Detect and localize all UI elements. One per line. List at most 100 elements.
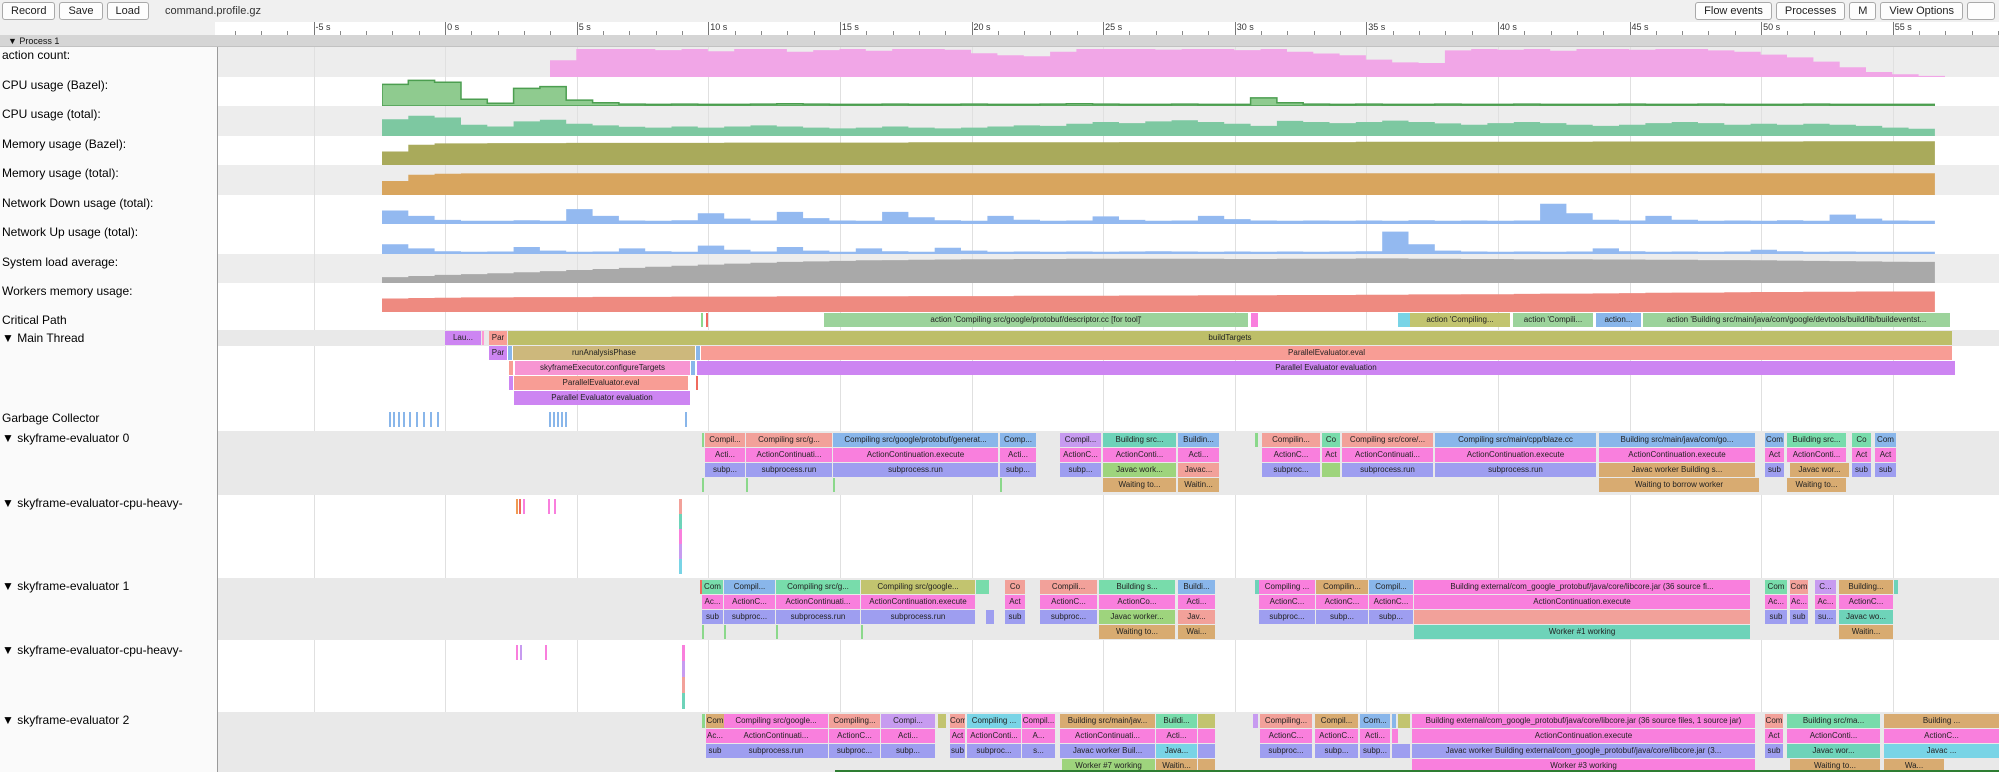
trace-event-block[interactable] [938,714,946,728]
trace-event-block[interactable]: Compiling src/core/... [1342,433,1433,447]
trace-event-block[interactable]: Waiting to... [1787,478,1846,492]
event-tick[interactable] [549,412,551,427]
trace-event-block[interactable]: Acti... [881,729,935,743]
action-count-chart[interactable] [550,47,1945,77]
trace-event-block[interactable]: action... [1596,313,1641,327]
track-label-skyframe-evaluator-1[interactable]: ▼ skyframe-evaluator 1 [2,579,129,593]
trace-event-block[interactable]: Javac wo... [1839,610,1893,624]
trace-event-block[interactable] [976,580,989,594]
event-tick[interactable] [398,412,400,427]
trace-event-block[interactable]: Building src/main/java/com/go... [1599,433,1755,447]
trace-event-block[interactable]: ActionC... [1884,729,1999,743]
network-down-usage-total--chart[interactable] [382,195,1935,224]
trace-event-block[interactable]: subproc... [1262,463,1320,477]
trace-event-block[interactable]: Buildi... [1178,580,1215,594]
network-up-usage-total--chart[interactable] [382,224,1935,254]
trace-event-block[interactable]: ActionC... [1262,448,1320,462]
trace-event-block[interactable]: Javac worker Buil... [1060,744,1155,758]
trace-event-block[interactable]: Act [1765,729,1783,743]
trace-event-block[interactable]: subprocess.run [1435,463,1596,477]
event-stack-segment[interactable] [682,677,685,693]
trace-event-block[interactable]: ActionContinuati... [1060,729,1155,743]
cpu-usage-bazel--chart[interactable] [382,77,1935,106]
trace-event-block[interactable]: Acti... [1360,729,1390,743]
trace-event-block[interactable] [1322,463,1340,477]
event-tick[interactable] [409,412,411,427]
trace-event-block[interactable]: sub [702,610,723,624]
event-tick[interactable] [516,499,518,514]
trace-event-block[interactable]: Com [1765,433,1784,447]
trace-event-block[interactable]: Com [950,714,965,728]
trace-event-block[interactable]: ActionConti... [967,729,1021,743]
trace-event-block[interactable]: Javac worker Building s... [1599,463,1755,477]
trace-event-block[interactable]: Worker #1 working [1414,625,1750,639]
trace-event-block[interactable]: Javac worker Building external/com_googl… [1412,744,1755,758]
trace-event-block[interactable]: ActionC... [1259,595,1315,609]
trace-event-block[interactable]: subprocess.run [746,463,832,477]
trace-event-block[interactable]: sub [1765,463,1784,477]
trace-event-block[interactable]: Compil... [705,433,745,447]
trace-event-block[interactable] [696,346,700,360]
trace-event-block[interactable] [702,433,704,447]
trace-event-block[interactable]: action 'Building src/main/java/com/googl… [1643,313,1950,327]
trace-event-block[interactable]: action 'Compiling... [1410,313,1510,327]
trace-event-block[interactable]: subproc... [1040,610,1097,624]
trace-event-block[interactable]: Building... [1839,580,1893,594]
trace-event-block[interactable]: Acti... [1178,448,1219,462]
trace-event-block[interactable]: ActionContinuati... [776,595,860,609]
trace-event-block[interactable]: Acti... [705,448,745,462]
event-tick[interactable] [523,499,525,514]
trace-event-block[interactable]: Wai... [1178,625,1215,639]
trace-event-block[interactable]: Com [1875,433,1896,447]
trace-event-block[interactable]: Compiling src/g... [776,580,860,594]
trace-event-block[interactable]: Compiling src/google... [724,714,828,728]
track-label-skyframe-evaluator-cpu-heavy-0[interactable]: ▼ skyframe-evaluator-cpu-heavy- [2,496,183,510]
trace-event-block[interactable]: Compilin... [1316,580,1368,594]
trace-event-block[interactable]: Compiling ... [1259,580,1315,594]
trace-event-block[interactable]: sub [950,744,965,758]
event-tick[interactable] [416,412,418,427]
track-label-main-thread[interactable]: ▼ Main Thread [2,331,84,345]
event-tick[interactable] [393,412,395,427]
trace-event-block[interactable]: ParallelEvaluator.eval [514,376,688,390]
trace-event-block[interactable]: Act [950,729,965,743]
event-stack-segment[interactable] [679,529,682,544]
trace-event-block[interactable]: Act [1875,448,1896,462]
trace-event-block[interactable]: Compiling src/google/protobuf/generat... [833,433,998,447]
trace-event-block[interactable]: Compili... [1040,580,1097,594]
trace-event-block[interactable]: Compiling src/google... [861,580,975,594]
trace-event-block[interactable]: subprocess.run [776,610,860,624]
trace-event-block[interactable]: Compilin... [1262,433,1320,447]
trace-event-block[interactable] [986,610,994,624]
event-tick[interactable] [437,412,439,427]
system-load-average-chart[interactable] [382,254,1935,283]
trace-event-block[interactable]: Waiting to... [1103,478,1176,492]
event-stack-segment[interactable] [682,661,685,677]
trace-event-block[interactable] [1414,610,1750,624]
trace-event-block[interactable] [509,376,513,390]
trace-event-block[interactable]: subp... [881,744,935,758]
trace-event-block[interactable]: ActionC... [1260,729,1312,743]
trace-event-block[interactable]: ActionCo... [1099,595,1175,609]
process-header[interactable]: ▼ Process 1 [0,35,1999,47]
trace-event-block[interactable]: ActionContinuati... [746,448,832,462]
event-tick[interactable] [389,412,391,427]
trace-event-block[interactable]: Compiling src/g... [746,433,832,447]
trace-event-block[interactable]: ActionContinuation.execute [1599,448,1755,462]
event-tick[interactable] [554,499,556,514]
trace-event-block[interactable]: Jav... [1178,610,1215,624]
trace-event-block[interactable]: ActionC... [1316,595,1368,609]
trace-event-block[interactable]: ActionC... [1040,595,1097,609]
trace-event-block[interactable]: Com [1765,580,1787,594]
workers-memory-usage-chart[interactable] [382,283,1935,312]
time-ruler[interactable]: -5 s0 s5 s10 s15 s20 s25 s30 s35 s40 s45… [0,22,1999,36]
processes-button[interactable]: Processes [1776,2,1845,20]
trace-event-block[interactable]: Waitin... [1178,478,1219,492]
trace-event-block[interactable]: C... [1815,580,1836,594]
trace-event-block[interactable]: Compi... [881,714,935,728]
cpu-usage-total--chart[interactable] [382,106,1935,136]
trace-event-block[interactable]: skyframeExecutor.configureTargets [515,361,690,375]
trace-event-block[interactable] [746,478,748,492]
trace-event-block[interactable]: Comp... [1000,433,1036,447]
trace-event-block[interactable]: ActionContinuati... [1342,448,1433,462]
